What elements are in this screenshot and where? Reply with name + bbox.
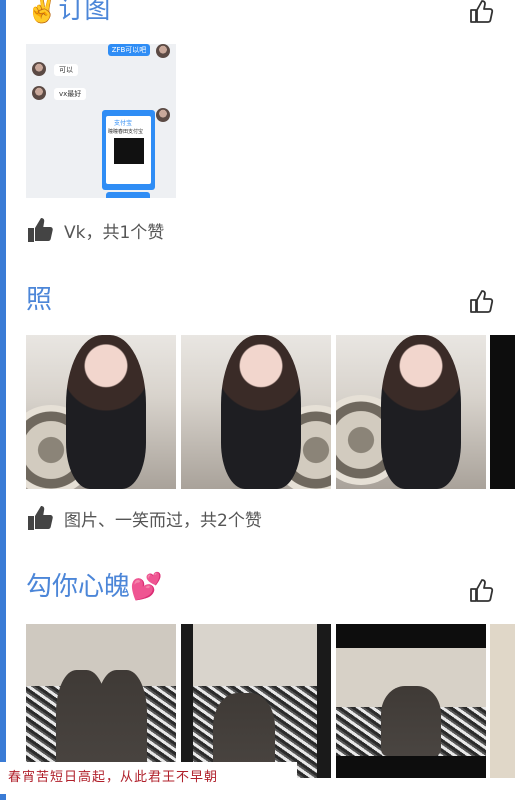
- post-image[interactable]: [336, 624, 486, 778]
- post-image-partial[interactable]: [490, 624, 515, 778]
- chat-bubble: vx最好: [54, 88, 87, 100]
- chat-bubble: 可以: [54, 64, 78, 76]
- chat-bubble: ZFB可以吧: [108, 44, 150, 56]
- likes-text[interactable]: Vk，共1个赞: [64, 218, 164, 243]
- avatar: [156, 44, 170, 58]
- photo-frame: [336, 648, 486, 756]
- post-image-chat-screenshot[interactable]: ZFB可以吧 可以 vx最好 支付宝 瞳瞳春田支付宝: [26, 44, 176, 198]
- like-thumb-icon[interactable]: [467, 577, 495, 605]
- bottom-partial-text: [289, 786, 369, 800]
- alipay-label: 支付宝: [114, 120, 133, 127]
- avatar: [32, 86, 46, 100]
- photo-subject: [221, 335, 301, 489]
- post-title: 照: [26, 285, 53, 315]
- like-thumb-icon[interactable]: [467, 0, 495, 26]
- post-images: [26, 335, 515, 491]
- post-images: ZFB可以吧 可以 vx最好 支付宝 瞳瞳春田支付宝: [26, 44, 515, 200]
- likes-row: 图片、一笑而过，共2个赞: [26, 504, 262, 532]
- avatar: [156, 108, 170, 122]
- post-image[interactable]: [181, 335, 331, 489]
- post-image-partial[interactable]: [490, 335, 515, 489]
- thumbs-up-filled-icon: [28, 218, 53, 242]
- likes-text[interactable]: 图片、一笑而过，共2个赞: [64, 506, 262, 531]
- alipay-card-body: 支付宝 瞳瞳春田支付宝: [106, 116, 151, 184]
- post-images: [26, 624, 515, 780]
- chat-bubble-partial: [106, 192, 150, 198]
- thumbs-up-filled-icon: [28, 506, 53, 530]
- post-image[interactable]: [181, 624, 331, 778]
- alipay-qr-card: 支付宝 瞳瞳春田支付宝: [102, 110, 155, 190]
- post-image[interactable]: [336, 335, 486, 489]
- photo-subject: [381, 335, 461, 489]
- photo-legs: [381, 685, 441, 756]
- likes-row: Vk，共1个赞: [26, 216, 164, 244]
- feed: ✌️订图 ZFB可以吧 可以 vx最好 支付宝 瞳瞳春田支付宝 Vk，共1个赞 …: [0, 0, 515, 800]
- post-title: ✌️订图: [26, 0, 111, 25]
- alipay-caption: 瞳瞳春田支付宝: [108, 129, 144, 135]
- like-thumb-icon[interactable]: [467, 288, 495, 316]
- post-image[interactable]: [26, 335, 176, 489]
- photo-frame: [193, 624, 317, 778]
- qr-code-redacted: [114, 138, 144, 164]
- post-image[interactable]: [26, 624, 176, 778]
- avatar: [32, 62, 46, 76]
- post-title: 勾你心魄💕: [26, 572, 163, 602]
- poem-watermark: 春宵苦短日高起，从此君王不早朝: [0, 762, 297, 794]
- photo-subject: [66, 335, 146, 489]
